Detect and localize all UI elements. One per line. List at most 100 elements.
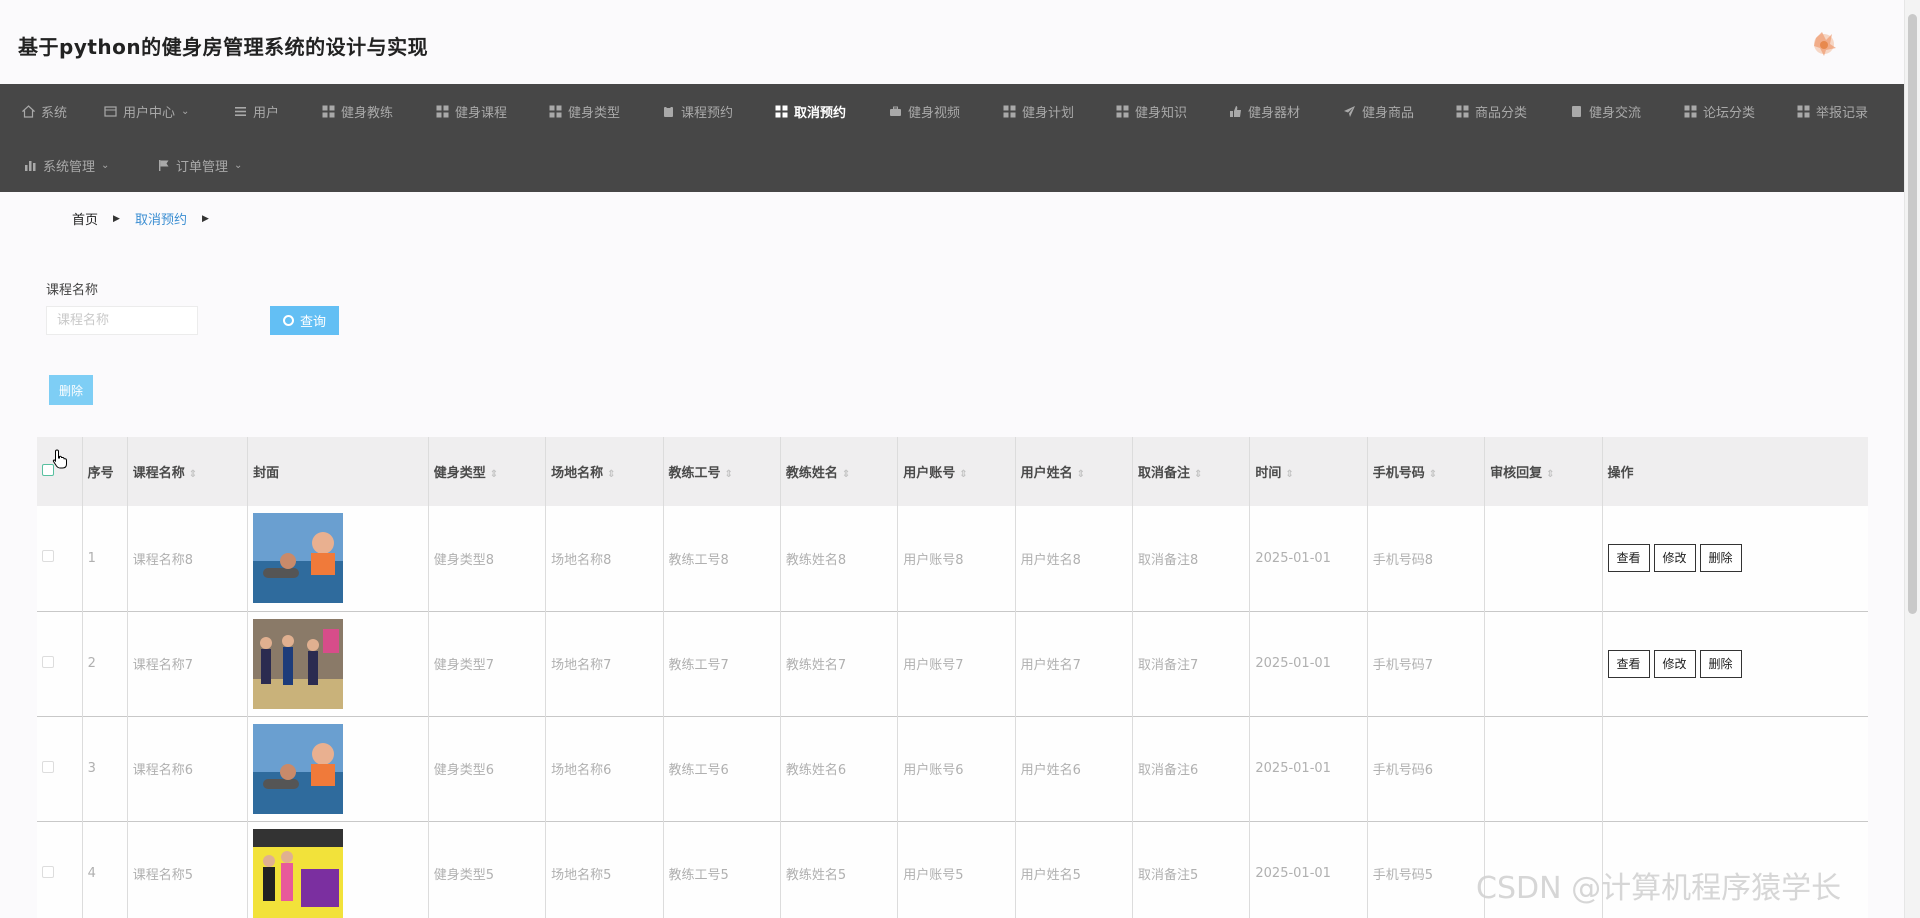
column-header[interactable]: 健身类型 ⇕ bbox=[428, 437, 547, 506]
nav-item-5[interactable]: 健身课程 bbox=[436, 84, 507, 138]
chevron-down-icon: ⌄ bbox=[234, 159, 243, 171]
avatar[interactable] bbox=[1806, 26, 1842, 62]
nav-item-8[interactable]: 取消预约 bbox=[775, 84, 846, 138]
edit-button[interactable]: 修改 bbox=[1653, 649, 1696, 678]
sort-icon[interactable]: ⇕ bbox=[1077, 469, 1085, 480]
scrollbar-thumb[interactable] bbox=[1908, 14, 1917, 614]
column-header[interactable]: 时间 ⇕ bbox=[1249, 437, 1368, 506]
grid-icon bbox=[436, 105, 449, 118]
column-header[interactable]: 教练姓名 ⇕ bbox=[780, 437, 899, 506]
column-header-label: 操作 bbox=[1607, 466, 1634, 481]
cell-remark: 取消备注7 bbox=[1132, 611, 1251, 716]
chevron-down-icon: ⌄ bbox=[101, 159, 110, 171]
cell-remark: 取消备注6 bbox=[1132, 716, 1251, 821]
nav-item-label: 系统管理 bbox=[43, 159, 96, 175]
cover-cell bbox=[247, 821, 429, 918]
sort-icon[interactable]: ⇕ bbox=[842, 469, 850, 480]
cell-venue: 场地名称6 bbox=[545, 716, 664, 821]
sort-icon[interactable]: ⇕ bbox=[1285, 469, 1293, 480]
nav-item-3[interactable]: 用户 bbox=[234, 84, 279, 138]
clipboard-icon bbox=[662, 105, 675, 118]
column-header[interactable]: 审核回复 ⇕ bbox=[1484, 437, 1603, 506]
row-select-cell bbox=[37, 821, 83, 918]
delete-button[interactable]: 删除 bbox=[1699, 544, 1742, 573]
column-header-label: 场地名称 bbox=[551, 466, 604, 481]
row-checkbox[interactable] bbox=[42, 655, 54, 668]
nav-item-label: 健身课程 bbox=[455, 105, 508, 121]
data-table-container: 序号 课程名称 ⇕ 封面 健身类型 ⇕ 场地名称 ⇕ 教练工号 ⇕ 教练姓名 ⇕ 用户账号 ⇕ 用户姓名 ⇕ 取… bbox=[37, 437, 1868, 918]
cell-index: 4 bbox=[82, 821, 128, 918]
nav-item-16[interactable]: 论坛分类 bbox=[1684, 84, 1755, 138]
sort-icon[interactable]: ⇕ bbox=[490, 469, 498, 480]
nav-item-13[interactable]: 健身商品 bbox=[1343, 84, 1414, 138]
cover-image[interactable] bbox=[253, 828, 344, 918]
nav-item-9[interactable]: 健身视频 bbox=[889, 84, 960, 138]
cell-index: 1 bbox=[82, 506, 128, 611]
view-button[interactable]: 查看 bbox=[1607, 649, 1650, 678]
cover-image[interactable] bbox=[253, 723, 344, 814]
sort-icon[interactable]: ⇕ bbox=[1194, 469, 1202, 480]
nav-item-1[interactable]: 系统 bbox=[21, 84, 67, 138]
cell-index: 3 bbox=[82, 716, 128, 821]
nav-item-7[interactable]: 课程预约 bbox=[662, 84, 733, 138]
column-header[interactable]: 取消备注 ⇕ bbox=[1132, 437, 1251, 506]
table-row[interactable]: 1 课程名称8 健身类型8 场地名称8 教练工号8 教练姓名8 用户账号8 用户姓名8 取消备注… bbox=[37, 506, 1868, 611]
row-select-cell bbox=[37, 506, 83, 611]
row-select-cell bbox=[37, 716, 83, 821]
nav-item-14[interactable]: 商品分类 bbox=[1456, 84, 1527, 138]
cell-account: 用户账号6 bbox=[897, 716, 1016, 821]
sort-icon[interactable]: ⇕ bbox=[725, 469, 733, 480]
search-button[interactable]: 查询 bbox=[270, 306, 339, 335]
cover-image[interactable] bbox=[253, 513, 344, 604]
column-header[interactable]: 课程名称 ⇕ bbox=[127, 437, 249, 506]
sort-icon[interactable]: ⇕ bbox=[959, 469, 967, 480]
cell-coach-no: 教练工号8 bbox=[663, 506, 781, 611]
search-input[interactable] bbox=[46, 306, 198, 335]
nav-item-2[interactable]: 用户中心 ⌄ bbox=[104, 84, 189, 138]
row-checkbox[interactable] bbox=[42, 760, 54, 773]
cell-type: 健身类型6 bbox=[428, 716, 547, 821]
breadcrumb-current[interactable]: 取消预约 bbox=[135, 209, 187, 228]
column-header-label: 时间 bbox=[1255, 466, 1282, 481]
nav-item-label: 健身器材 bbox=[1248, 105, 1301, 121]
cell-user-name: 用户姓名6 bbox=[1015, 716, 1134, 821]
sort-icon[interactable]: ⇕ bbox=[189, 469, 197, 480]
batch-delete-button[interactable]: 删除 bbox=[49, 375, 93, 405]
table-row[interactable]: 2 课程名称7 健身类型7 场地名称7 教练工号7 教练姓名7 用户账号7 用户姓名7 取消备注… bbox=[37, 611, 1868, 716]
column-header[interactable]: 教练工号 ⇕ bbox=[663, 437, 781, 506]
nav-item-label: 用户中心 bbox=[123, 105, 176, 121]
chevron-down-icon: ⌄ bbox=[181, 105, 190, 117]
nav-item-4[interactable]: 健身教练 bbox=[322, 84, 393, 138]
column-header[interactable]: 场地名称 ⇕ bbox=[545, 437, 664, 506]
nav-item-label: 健身视频 bbox=[908, 105, 961, 121]
nav-item-10[interactable]: 健身计划 bbox=[1003, 84, 1074, 138]
nav-item-15[interactable]: 健身交流 bbox=[1570, 84, 1641, 138]
nav-item-label: 健身知识 bbox=[1135, 105, 1188, 121]
column-header[interactable]: 用户账号 ⇕ bbox=[897, 437, 1016, 506]
column-header[interactable]: 手机号码 ⇕ bbox=[1367, 437, 1486, 506]
nav-item-2[interactable]: 订单管理 ⌄ bbox=[157, 138, 242, 192]
cover-cell bbox=[247, 611, 429, 716]
row-checkbox[interactable] bbox=[42, 550, 54, 563]
cell-phone: 手机号码8 bbox=[1367, 506, 1486, 611]
table-row[interactable]: 3 课程名称6 健身类型6 场地名称6 教练工号6 教练姓名6 用户账号6 用户姓名6 取消备注… bbox=[37, 716, 1868, 821]
row-checkbox[interactable] bbox=[42, 865, 54, 878]
nav-item-17[interactable]: 举报记录 bbox=[1797, 84, 1868, 138]
select-all-cell bbox=[37, 437, 83, 506]
nav-item-12[interactable]: 健身器材 bbox=[1229, 84, 1300, 138]
sort-icon[interactable]: ⇕ bbox=[607, 469, 615, 480]
cover-cell bbox=[247, 716, 429, 821]
view-button[interactable]: 查看 bbox=[1607, 544, 1650, 573]
sort-icon[interactable]: ⇕ bbox=[1546, 469, 1554, 480]
nav-item-1[interactable]: 系统管理 ⌄ bbox=[24, 138, 109, 192]
delete-button[interactable]: 删除 bbox=[1699, 649, 1742, 678]
sort-icon[interactable]: ⇕ bbox=[1429, 469, 1437, 480]
cover-image[interactable] bbox=[253, 618, 344, 709]
nav-item-6[interactable]: 健身类型 bbox=[549, 84, 620, 138]
column-header[interactable]: 用户姓名 ⇕ bbox=[1015, 437, 1134, 506]
breadcrumb-home[interactable]: 首页 bbox=[72, 209, 98, 228]
edit-button[interactable]: 修改 bbox=[1653, 544, 1696, 573]
cell-coach-name: 教练姓名6 bbox=[780, 716, 899, 821]
page-scrollbar[interactable] bbox=[1904, 0, 1920, 918]
nav-item-11[interactable]: 健身知识 bbox=[1116, 84, 1187, 138]
